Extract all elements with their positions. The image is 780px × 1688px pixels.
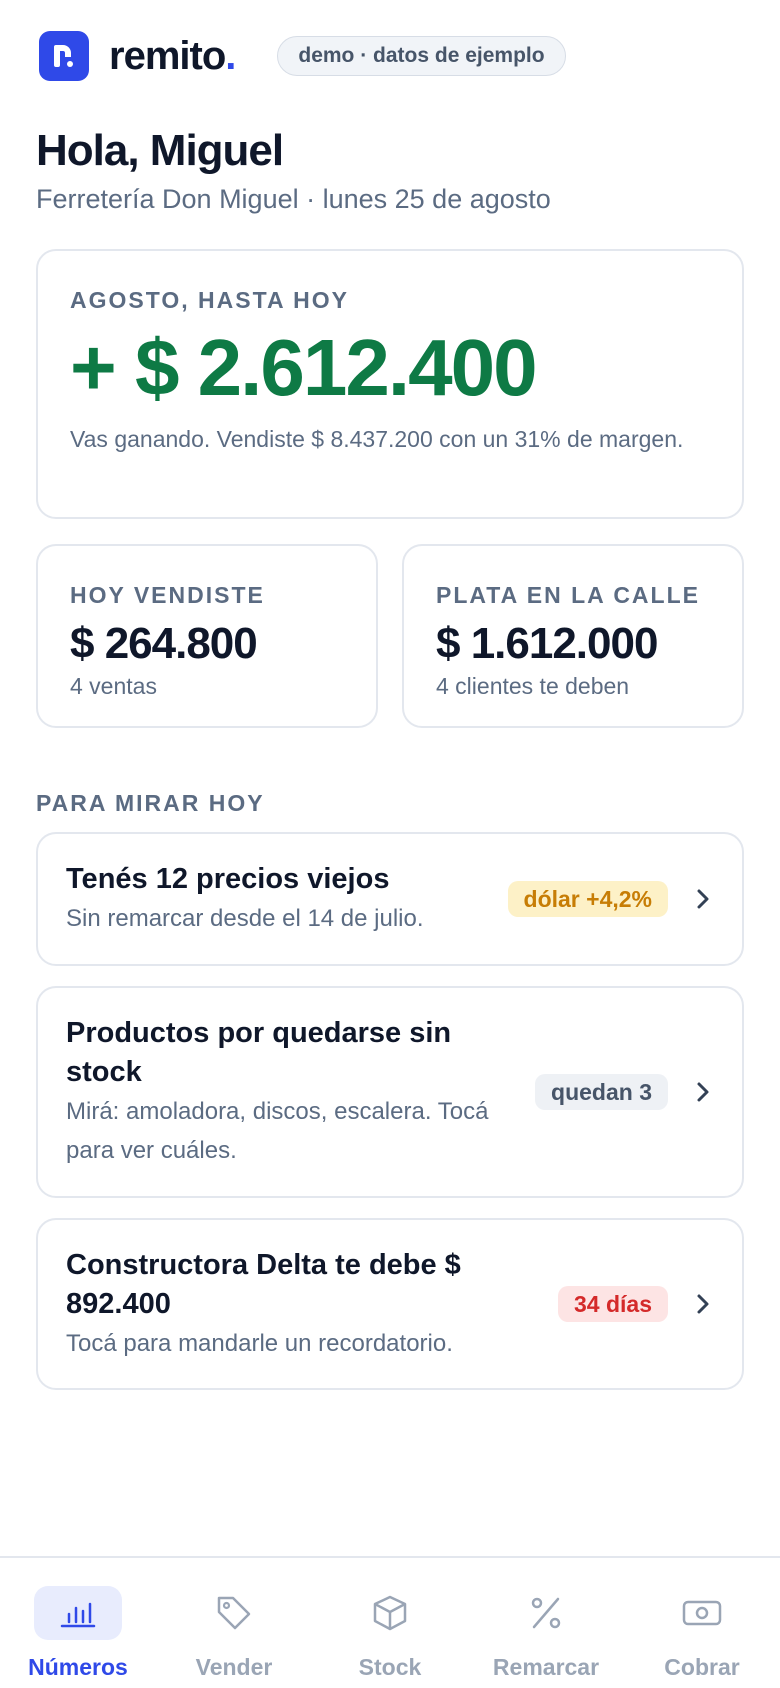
- nav-stock[interactable]: Stock: [320, 1586, 460, 1681]
- todo-old-prices[interactable]: Tenés 12 precios viejos Sin remarcar des…: [36, 832, 744, 966]
- todo-title: Constructora Delta te debe $ 892.400: [66, 1248, 461, 1320]
- bar-chart-icon: [34, 1586, 122, 1640]
- dollar-badge: dólar +4,2%: [507, 881, 668, 917]
- todo-desc: Sin remarcar desde el 14 de julio.: [66, 905, 424, 932]
- today-sales-count: 4 ventas: [70, 673, 157, 699]
- bottom-nav: Números Vender Stock Remarcar Cobrar: [0, 1556, 780, 1688]
- month-description: Vas ganando. Vendiste $ 8.437.200 con un…: [70, 426, 684, 452]
- nav-cobrar[interactable]: Cobrar: [632, 1586, 772, 1681]
- today-sales-card[interactable]: HOY VENDISTE $ 264.800 4 ventas: [36, 544, 378, 728]
- today-sales-value: $ 264.800: [70, 619, 258, 668]
- todo-debtor[interactable]: Constructora Delta te debe $ 892.400 Toc…: [36, 1218, 744, 1390]
- app-header: remito. demo · datos de ejemplo: [39, 30, 566, 82]
- nav-numeros[interactable]: Números: [8, 1586, 148, 1681]
- receivables-value: $ 1.612.000: [436, 619, 658, 668]
- month-profit-amount: + $ 2.612.400: [70, 323, 538, 412]
- page-subtitle: Ferretería Don Miguel · lunes 25 de agos…: [36, 184, 551, 214]
- chevron-right-icon: [692, 1081, 714, 1103]
- brand-name: remito.: [109, 33, 236, 78]
- nav-label: Stock: [358, 1654, 422, 1680]
- nav-label: Vender: [195, 1654, 273, 1680]
- nav-remarcar[interactable]: Remarcar: [476, 1586, 616, 1681]
- receivables-sub: 4 clientes te deben: [436, 673, 630, 699]
- nav-label: Números: [28, 1654, 128, 1680]
- month-eyebrow: AGOSTO, HASTA HOY: [70, 287, 349, 313]
- demo-badge: demo · datos de ejemplo: [277, 36, 566, 76]
- nav-label: Cobrar: [664, 1654, 740, 1680]
- todo-title: Tenés 12 precios viejos: [66, 863, 390, 895]
- box-icon: [346, 1586, 434, 1640]
- nav-vender[interactable]: Vender: [164, 1586, 304, 1681]
- cash-icon: [658, 1586, 746, 1640]
- stock-count-badge: quedan 3: [535, 1074, 668, 1110]
- todo-title: Productos por quedarse sin stock: [66, 1017, 452, 1088]
- today-sales-eyebrow: HOY VENDISTE: [70, 582, 265, 608]
- nav-label: Remarcar: [492, 1654, 600, 1680]
- receivables-card[interactable]: PLATA EN LA CALLE $ 1.612.000 4 clientes…: [402, 544, 744, 728]
- tag-icon: [190, 1586, 278, 1640]
- page-title: Hola, Miguel: [36, 126, 284, 175]
- chevron-right-icon: [692, 1293, 714, 1315]
- todo-desc: Mirá: amoladora, discos, escalera. Tocá …: [66, 1098, 489, 1164]
- todo-low-stock[interactable]: Productos por quedarse sin stock Mirá: a…: [36, 986, 744, 1198]
- section-title: PARA MIRAR HOY: [36, 790, 265, 816]
- receivables-eyebrow: PLATA EN LA CALLE: [436, 582, 700, 608]
- remito-logo-icon: [39, 31, 89, 81]
- month-summary-card: AGOSTO, HASTA HOY + $ 2.612.400 Vas gana…: [36, 249, 744, 519]
- todo-desc: Tocá para mandarle un recordatorio.: [66, 1329, 453, 1357]
- chevron-right-icon: [692, 888, 714, 910]
- percent-icon: [502, 1586, 590, 1640]
- overdue-days-badge: 34 días: [558, 1286, 668, 1322]
